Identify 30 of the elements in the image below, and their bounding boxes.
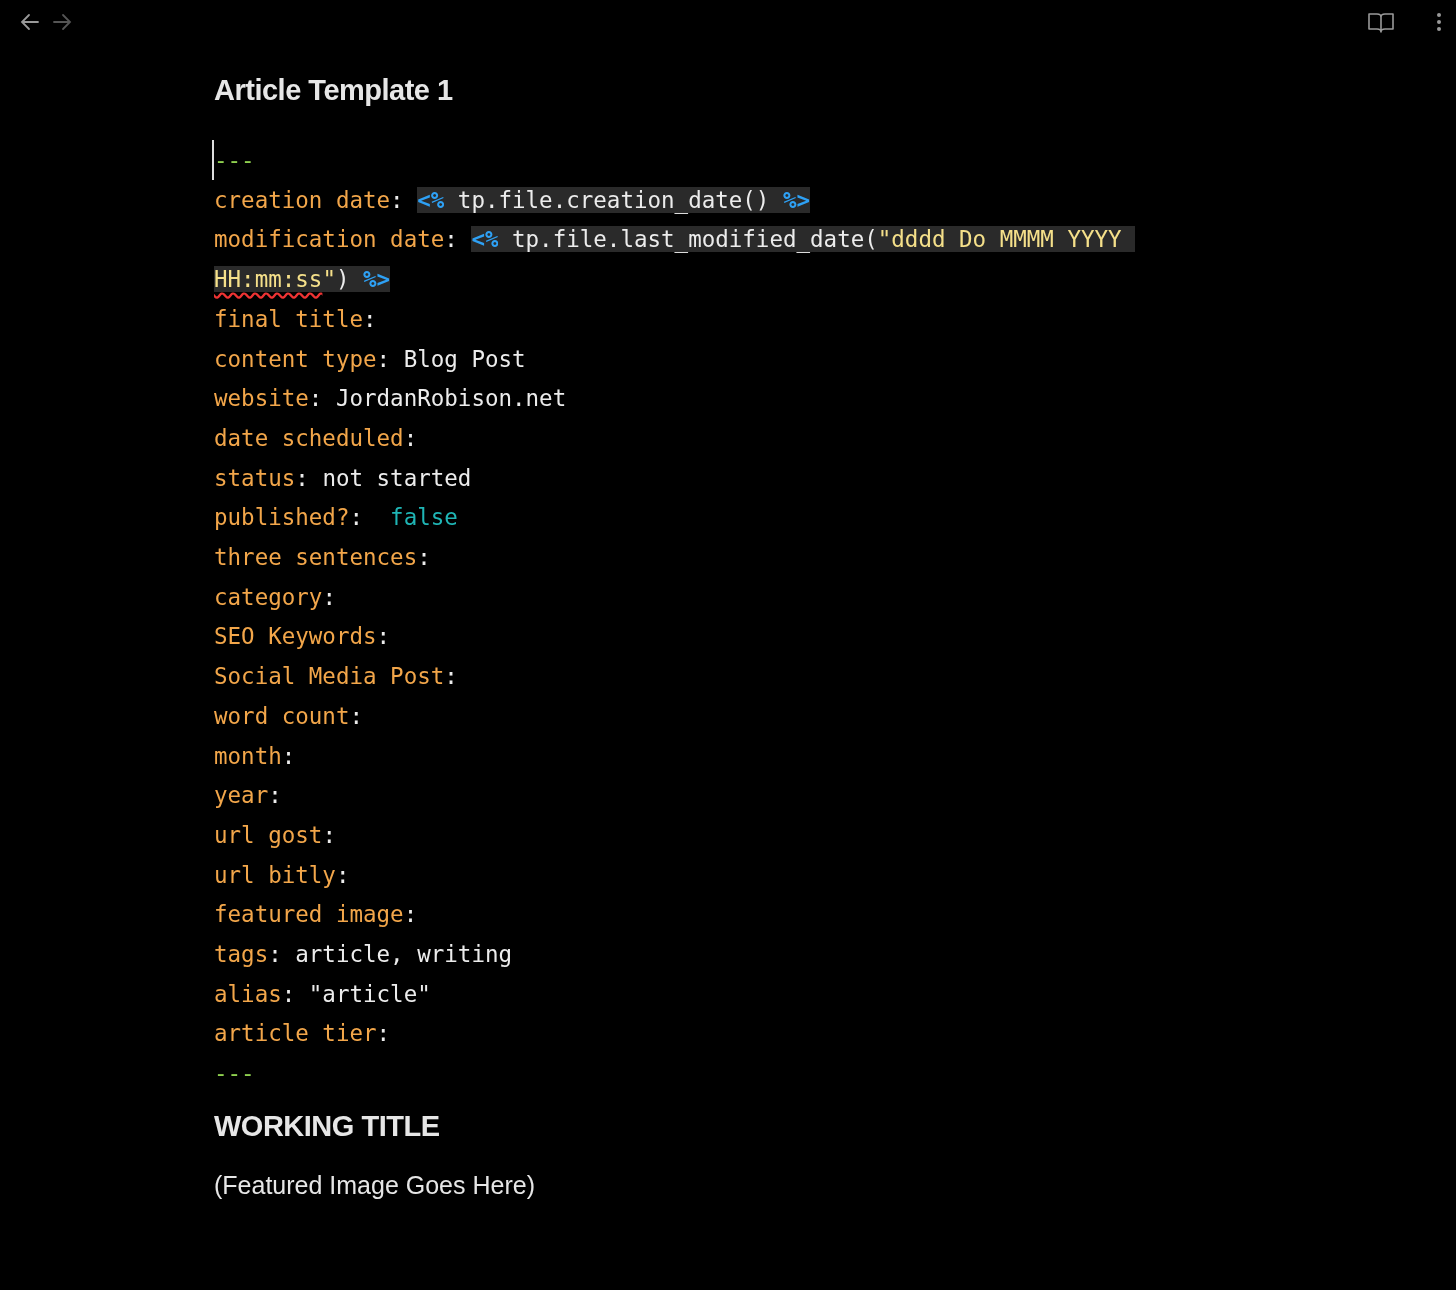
open-book-icon[interactable] [1368, 11, 1394, 33]
text-cursor [212, 140, 214, 180]
frontmatter-line: tags: article, writing [214, 940, 514, 970]
back-arrow-icon[interactable] [20, 13, 40, 31]
frontmatter-line: published?: false [214, 503, 459, 533]
frontmatter-line: --- [214, 1059, 256, 1089]
frontmatter-line: category: [214, 582, 337, 612]
frontmatter-line: Social Media Post: [214, 662, 459, 692]
frontmatter-line: date scheduled: [214, 423, 419, 453]
more-options-icon[interactable] [1436, 12, 1442, 32]
frontmatter-line: website: JordanRobison.net [214, 384, 568, 414]
frontmatter-line: featured image: [214, 900, 419, 930]
frontmatter-line: --- [214, 146, 256, 175]
frontmatter-line: article tier: [214, 1019, 392, 1049]
frontmatter-line: final title: [214, 304, 378, 334]
frontmatter-line: alias: "article" [214, 979, 432, 1009]
frontmatter-line: three sentences: [214, 543, 432, 573]
frontmatter-line: year: [214, 781, 283, 811]
frontmatter-line: url gost: [214, 820, 337, 850]
paragraph-text: (Featured Image Goes Here) [214, 1170, 535, 1200]
frontmatter-line: SEO Keywords: [214, 622, 392, 652]
frontmatter-line: url bitly: [214, 860, 351, 890]
frontmatter-line: month: [214, 741, 297, 771]
frontmatter-line: word count: [214, 701, 364, 731]
frontmatter-line: modification date: <% tp.file.last_modified_date("dddd Do MMMM YYYY HH:mm:ss") %> [214, 220, 1154, 300]
frontmatter-line: status: not started [214, 463, 473, 493]
frontmatter-line: creation date: <% tp.file.creation_date() %> [214, 185, 812, 216]
frontmatter-line: content type: Blog Post [214, 344, 527, 374]
note-title: Article Template 1 [214, 74, 453, 107]
section-heading: WORKING TITLE [214, 1109, 440, 1143]
